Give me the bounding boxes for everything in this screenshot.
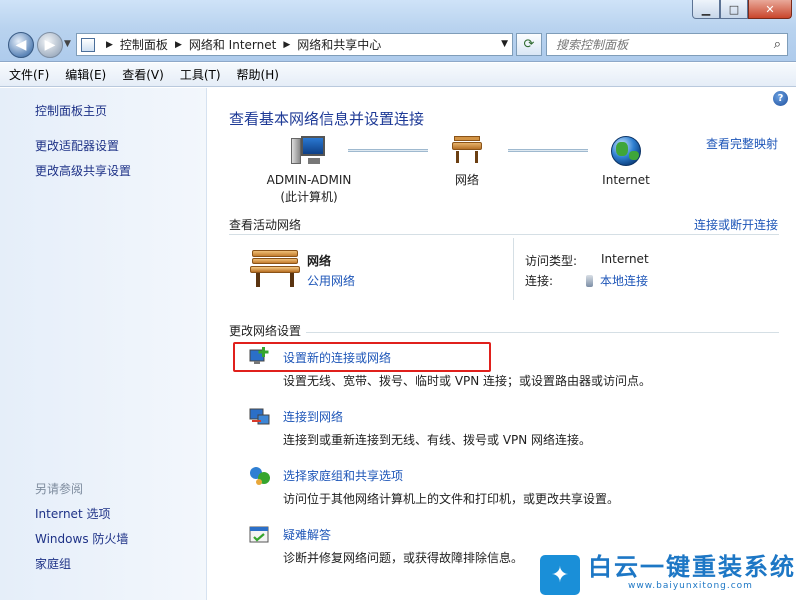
task-description: 连接到或重新连接到无线、有线、拨号或 VPN 网络连接。 — [283, 433, 592, 447]
task-description: 设置无线、宽带、拨号、临时或 VPN 连接；或设置路由器或访问点。 — [283, 374, 652, 388]
address-bar[interactable]: ▶ 控制面板 ▶ 网络和 Internet ▶ 网络和共享中心 ▼ — [76, 33, 513, 56]
connect-to-network-link[interactable]: 连接到网络 — [283, 408, 343, 425]
globe-icon — [611, 136, 641, 166]
access-type-value: Internet — [601, 252, 649, 266]
map-node-internet[interactable]: Internet — [596, 134, 656, 189]
divider — [306, 332, 779, 333]
divider — [229, 234, 779, 235]
chevron-down-icon: ▼ — [64, 39, 71, 49]
sidebar: 控制面板主页 更改适配器设置 更改高级共享设置 另请参阅 Internet 选项… — [0, 88, 207, 600]
homegroup-sharing-link[interactable]: 选择家庭组和共享选项 — [283, 467, 403, 484]
access-type-label: 访问类型: — [525, 254, 578, 268]
menu-help[interactable]: 帮助(H) — [237, 66, 279, 83]
chevron-right-icon[interactable]: ▶ — [106, 40, 113, 50]
close-button[interactable]: ✕ — [748, 0, 792, 19]
troubleshoot-link[interactable]: 疑难解答 — [283, 526, 331, 543]
network-label: 网络 — [454, 173, 479, 187]
homegroup-icon — [250, 467, 270, 485]
watermark: ✦ 白云一键重装系统 www.baiyunxitong.com — [540, 553, 796, 600]
task-description: 诊断并修复网络问题，或获得故障排除信息。 — [283, 551, 524, 565]
public-network-bench-icon — [250, 248, 300, 288]
sidebar-item-windows-firewall[interactable]: Windows 防火墙 — [35, 530, 128, 547]
connection-item[interactable]: 本地连接 — [586, 272, 648, 289]
change-settings-heading: 更改网络设置 — [229, 324, 302, 338]
active-networks-heading: 查看活动网络 — [229, 218, 302, 232]
arrow-left-icon: ◀ — [15, 37, 27, 53]
search-input[interactable] — [556, 37, 766, 52]
back-button[interactable]: ◀ — [8, 32, 34, 58]
task-description: 访问位于其他网络计算机上的文件和打印机，或更改共享设置。 — [283, 492, 620, 506]
active-network-name: 网络 — [307, 254, 332, 268]
sidebar-item-control-panel-home[interactable]: 控制面板主页 — [35, 102, 107, 119]
watermark-url: www.baiyunxitong.com — [628, 581, 753, 591]
divider — [513, 238, 514, 300]
setup-new-connection-link[interactable]: 设置新的连接或网络 — [283, 349, 391, 366]
sidebar-item-change-advanced-sharing[interactable]: 更改高级共享设置 — [35, 162, 131, 179]
sidebar-item-change-adapter-settings[interactable]: 更改适配器设置 — [35, 137, 119, 154]
arrow-right-icon: ▶ — [44, 37, 56, 53]
maximize-button[interactable]: □ — [720, 0, 748, 19]
breadcrumb-control-panel[interactable]: 控制面板 — [120, 36, 168, 53]
connect-disconnect-link[interactable]: 连接或断开连接 — [694, 216, 778, 233]
menu-view[interactable]: 查看(V) — [122, 66, 164, 83]
bird-logo-icon: ✦ — [540, 555, 580, 595]
help-icon[interactable]: ? — [773, 91, 788, 106]
recent-pages-dropdown[interactable]: ▼ — [64, 39, 71, 49]
forward-button[interactable]: ▶ — [37, 32, 63, 58]
refresh-button[interactable]: ⟳ — [516, 33, 542, 56]
computer-icon — [289, 134, 329, 168]
network-type-link[interactable]: 公用网络 — [307, 272, 355, 289]
ethernet-plug-icon — [586, 275, 593, 287]
control-panel-icon — [81, 37, 95, 52]
new-connection-icon — [249, 347, 269, 364]
chevron-right-icon[interactable]: ▶ — [283, 40, 290, 50]
search-box[interactable]: ⌕ — [546, 33, 788, 56]
breadcrumb-network-internet[interactable]: 网络和 Internet — [189, 36, 276, 53]
connect-network-icon — [249, 408, 270, 425]
menu-bar: 文件(F) 编辑(E) 查看(V) 工具(T) 帮助(H) — [0, 63, 796, 87]
watermark-text: 白云一键重装系统 — [588, 553, 796, 581]
view-full-map-link[interactable]: 查看完整映射 — [706, 135, 778, 152]
map-node-network[interactable]: 网络 — [440, 134, 494, 189]
internet-label: Internet — [602, 173, 650, 187]
chevron-down-icon[interactable]: ▼ — [501, 39, 508, 49]
main-content: ? 查看基本网络信息并设置连接 查看完整映射 ADMIN-ADMIN (此计算机… — [208, 88, 796, 600]
chevron-right-icon[interactable]: ▶ — [175, 40, 182, 50]
sidebar-item-internet-options[interactable]: Internet 选项 — [35, 505, 110, 522]
window-titlebar: ▁ □ ✕ ◀ ▶ ▼ ▶ 控制面板 ▶ 网络和 Internet ▶ 网络和共… — [0, 0, 796, 62]
map-node-computer[interactable]: ADMIN-ADMIN (此计算机) — [260, 134, 358, 206]
search-icon[interactable]: ⌕ — [774, 37, 781, 52]
public-network-bench-icon — [450, 134, 484, 168]
menu-tools[interactable]: 工具(T) — [180, 66, 221, 83]
refresh-icon: ⟳ — [523, 37, 535, 52]
window-controls: ▁ □ ✕ — [692, 0, 792, 20]
menu-file[interactable]: 文件(F) — [9, 66, 49, 83]
sidebar-item-homegroup[interactable]: 家庭组 — [35, 555, 71, 572]
troubleshoot-icon — [249, 526, 269, 543]
breadcrumb-network-sharing-center[interactable]: 网络和共享中心 — [297, 36, 381, 53]
connections-label: 连接: — [525, 274, 554, 288]
minimize-button[interactable]: ▁ — [692, 0, 720, 19]
see-also-heading: 另请参阅 — [35, 482, 84, 496]
local-connection-link[interactable]: 本地连接 — [600, 274, 648, 288]
computer-subtitle: (此计算机) — [280, 190, 338, 204]
computer-name: ADMIN-ADMIN — [266, 173, 352, 187]
menu-edit[interactable]: 编辑(E) — [65, 66, 106, 83]
connection-line — [508, 149, 588, 152]
page-title: 查看基本网络信息并设置连接 — [229, 110, 425, 128]
connection-line — [348, 149, 428, 152]
